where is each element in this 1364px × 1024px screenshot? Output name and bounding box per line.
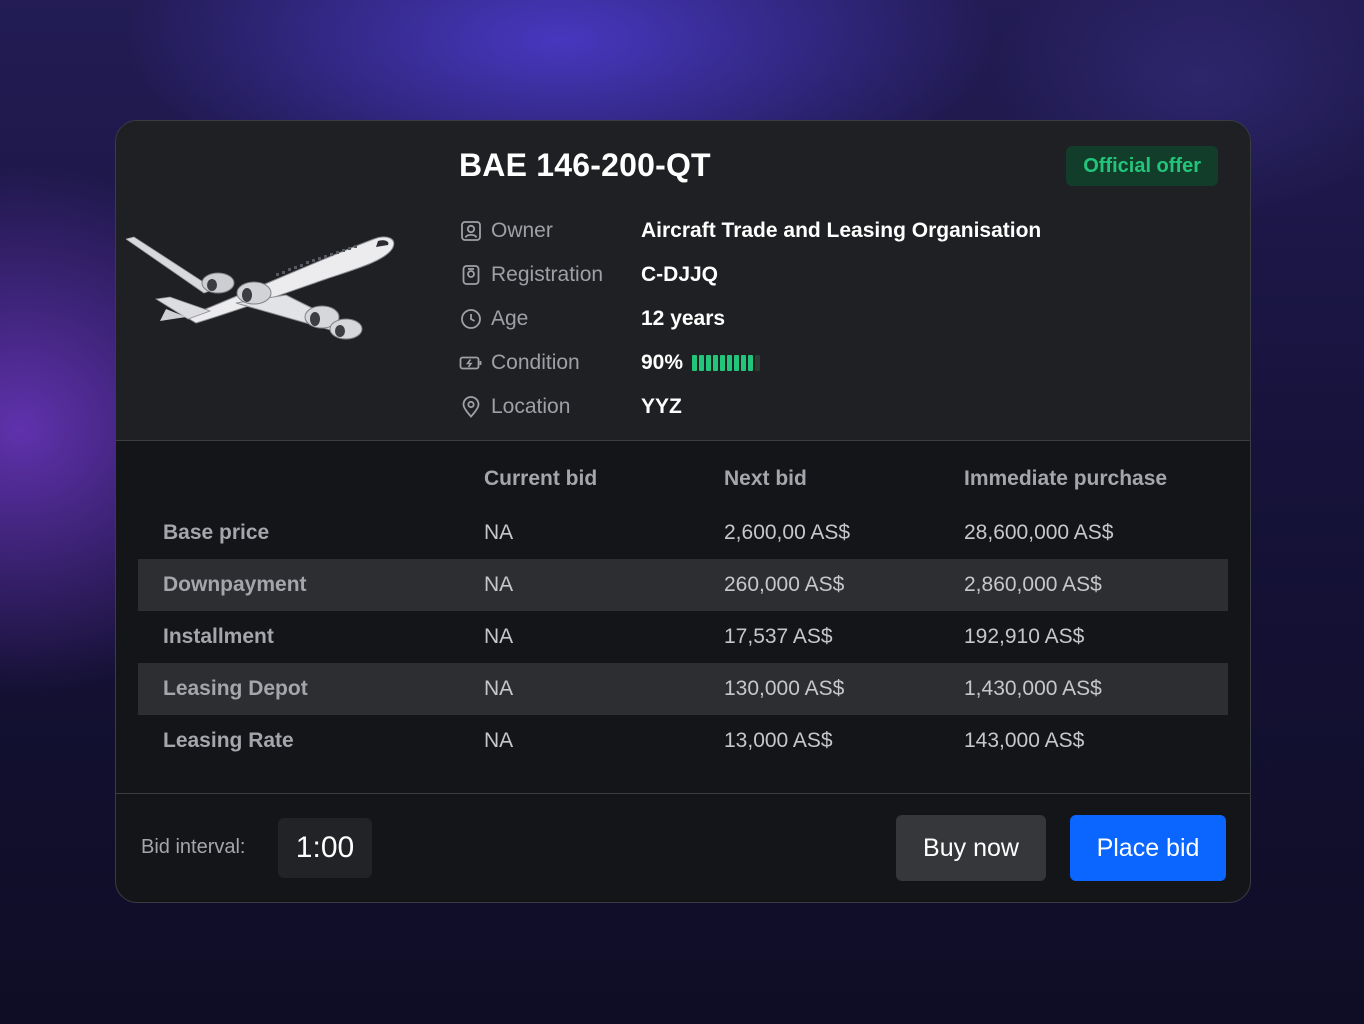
current-bid-cell: NA [484, 729, 514, 752]
immediate-purchase-cell: 28,600,000 AS$ [964, 521, 1114, 544]
row-label: Downpayment [163, 573, 307, 596]
current-bid-cell: NA [484, 625, 514, 648]
aircraft-summary: BAE 146-200-QT Official offer Owner Airc… [116, 121, 1250, 441]
pricing-table: Current bid Next bid Immediate purchase … [138, 451, 1228, 767]
column-header-next-bid: Next bid [724, 467, 807, 490]
condition-segment [748, 355, 754, 371]
condition-value: 90% [641, 351, 761, 375]
spec-condition: Condition 90% [459, 341, 1041, 385]
column-header-immediate-purchase: Immediate purchase [964, 467, 1168, 490]
row-label: Leasing Depot [163, 677, 308, 700]
row-label: Base price [163, 521, 270, 544]
current-bid-cell: NA [484, 521, 514, 544]
table-row: Leasing Depot NA 130,000 AS$ 1,430,000 A… [138, 663, 1228, 715]
row-label: Leasing Rate [163, 729, 294, 752]
table-row: Base price NA 2,600,00 AS$ 28,600,000 AS… [138, 507, 1228, 559]
next-bid-cell: 17,537 AS$ [724, 625, 833, 648]
column-header-current-bid: Current bid [484, 467, 598, 490]
card-footer: Bid interval: 1:00 Buy now Place bid [116, 793, 1250, 902]
table-row: Leasing Rate NA 13,000 AS$ 143,000 AS$ [138, 715, 1228, 767]
registration-icon [459, 263, 483, 287]
current-bid-cell: NA [484, 677, 514, 700]
buy-now-button[interactable]: Buy now [896, 815, 1046, 881]
owner-icon [459, 219, 483, 243]
condition-segment [720, 355, 726, 371]
row-label: Installment [163, 625, 274, 648]
place-bid-button[interactable]: Place bid [1070, 815, 1226, 881]
table-row: Downpayment NA 260,000 AS$ 2,860,000 AS$ [138, 559, 1228, 611]
current-bid-cell: NA [484, 573, 514, 596]
next-bid-cell: 2,600,00 AS$ [724, 521, 851, 544]
immediate-purchase-cell: 1,430,000 AS$ [964, 677, 1102, 700]
age-value: 12 years [641, 307, 726, 330]
spec-location: Location YYZ [459, 385, 1041, 429]
next-bid-cell: 13,000 AS$ [724, 729, 833, 752]
condition-segment [699, 355, 705, 371]
immediate-purchase-cell: 143,000 AS$ [964, 729, 1085, 752]
specs-list: Owner Aircraft Trade and Leasing Organis… [459, 209, 1041, 429]
next-bid-cell: 130,000 AS$ [724, 677, 845, 700]
condition-meter [692, 355, 761, 371]
aircraft-title: BAE 146-200-QT [459, 147, 711, 183]
condition-segment [755, 355, 761, 371]
location-pin-icon [459, 395, 483, 419]
clock-icon [459, 307, 483, 331]
spec-owner: Owner Aircraft Trade and Leasing Organis… [459, 209, 1041, 253]
condition-segment [713, 355, 719, 371]
location-value: YYZ [641, 395, 682, 418]
condition-segment [706, 355, 712, 371]
next-bid-cell: 260,000 AS$ [724, 573, 845, 596]
spec-label: Location [491, 395, 571, 418]
table-header: Current bid Next bid Immediate purchase [138, 451, 1228, 507]
aircraft-offer-card: BAE 146-200-QT Official offer Owner Airc… [115, 120, 1251, 903]
background: BAE 146-200-QT Official offer Owner Airc… [0, 0, 1364, 1024]
airplane-icon [126, 236, 395, 340]
spec-label: Age [491, 307, 529, 330]
spec-label: Owner [491, 219, 553, 242]
owner-value: Aircraft Trade and Leasing Organisation [641, 219, 1042, 242]
bid-interval-timer: 1:00 [278, 818, 372, 878]
spec-label: Condition [491, 351, 580, 374]
condition-segment [727, 355, 733, 371]
bid-interval-label: Bid interval: [141, 836, 246, 858]
immediate-purchase-cell: 192,910 AS$ [964, 625, 1085, 648]
condition-segment [741, 355, 747, 371]
condition-segment [692, 355, 698, 371]
battery-icon [459, 351, 483, 375]
registration-value: C-DJJQ [641, 263, 719, 286]
official-offer-badge: Official offer [1066, 146, 1218, 186]
immediate-purchase-cell: 2,860,000 AS$ [964, 573, 1102, 596]
condition-percent: 90% [641, 351, 684, 374]
spec-age: Age 12 years [459, 297, 1041, 341]
spec-registration: Registration C-DJJQ [459, 253, 1041, 297]
table-row: Installment NA 17,537 AS$ 192,910 AS$ [138, 611, 1228, 663]
spec-label: Registration [491, 263, 604, 286]
condition-segment [734, 355, 740, 371]
